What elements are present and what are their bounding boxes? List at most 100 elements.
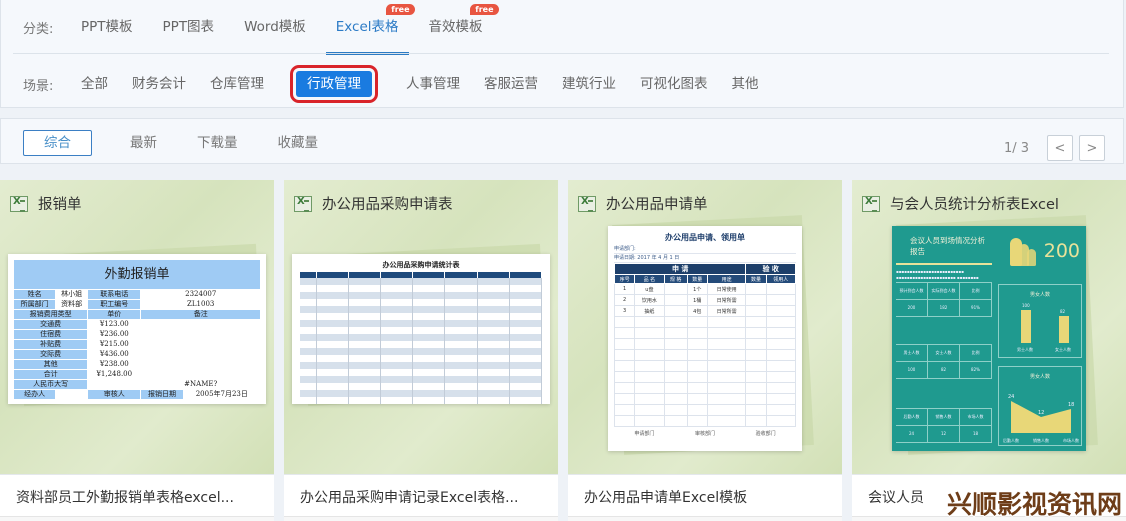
cell: 日常所需: [706, 294, 747, 306]
col-header: 规 格: [663, 274, 688, 284]
card-thumbnail[interactable]: 办公用品申请单 办公用品申请、领用单 申请部门: 申请日期: 2017 年 4 …: [568, 180, 842, 474]
card-thumbnail[interactable]: 报销单 外勤报销单 姓名林小姐联系电话2324007 所属部门资料部职工编号ZL…: [0, 180, 274, 474]
cell: [316, 341, 349, 348]
cell: [509, 299, 543, 306]
scene-hr[interactable]: 人事管理: [406, 71, 460, 97]
scene-administration[interactable]: 行政管理: [290, 65, 378, 103]
sort-downloads[interactable]: 下载量: [197, 131, 238, 155]
cell: [380, 355, 414, 362]
cell: [663, 283, 688, 295]
cell: [444, 355, 478, 362]
card-header: 与会人员统计分析表Excel: [862, 193, 1059, 214]
cell: [663, 371, 688, 383]
prev-page-button[interactable]: <: [1047, 135, 1073, 161]
cell: [412, 348, 446, 355]
category-excel[interactable]: Excel表格 free: [325, 4, 415, 55]
cell: 交际费: [12, 349, 89, 360]
cell: [380, 327, 414, 334]
cell: [316, 313, 349, 320]
cell: 报销日期: [140, 389, 184, 400]
grid-cell: 销售人数: [928, 409, 960, 425]
category-label: 分类:: [23, 21, 54, 37]
cell: [140, 329, 261, 340]
cell: [613, 338, 636, 350]
card-name-link[interactable]: 办公用品采购申请记录Excel表格...: [300, 487, 518, 507]
category-sound-template[interactable]: 音效模板 free: [429, 4, 499, 40]
cell: [348, 285, 381, 292]
cell: 交通费: [12, 319, 89, 330]
grid-cell: 24: [896, 426, 928, 442]
cell: [444, 348, 478, 355]
grid-cell: 后勤人数: [896, 409, 928, 425]
cell: [316, 376, 349, 383]
category-word-template[interactable]: Word模板: [244, 14, 306, 40]
cell: [348, 383, 381, 390]
cell: [348, 362, 381, 369]
cell: 日常所需: [706, 305, 747, 317]
cell: [663, 404, 688, 416]
scene-warehouse[interactable]: 仓库管理: [210, 71, 264, 97]
template-card[interactable]: 与会人员统计分析表Excel 会议人员到场情况分析报告 200 ▪▪▪▪▪▪▪▪…: [852, 180, 1126, 521]
cell: [509, 369, 543, 376]
cell: [509, 306, 543, 313]
cell: [348, 397, 381, 404]
cell: [706, 382, 747, 394]
next-page-button[interactable]: >: [1079, 135, 1105, 161]
card-name-link[interactable]: 会议人员: [868, 487, 924, 507]
cell: [686, 382, 708, 394]
cell: [412, 362, 446, 369]
sheet-row: [300, 341, 543, 348]
scene-all[interactable]: 全部: [81, 71, 108, 97]
total-attendees: 200: [1043, 240, 1080, 262]
cell: [765, 294, 797, 306]
cell: [634, 360, 665, 372]
cell: 经办人: [12, 389, 57, 400]
cell: [316, 334, 349, 341]
cell: [686, 371, 708, 383]
cell: [444, 362, 478, 369]
scene-other[interactable]: 其他: [732, 71, 759, 97]
card-actions-row: [284, 516, 558, 521]
cell: [348, 327, 381, 334]
sheet-row: [613, 338, 797, 350]
cell: [706, 404, 747, 416]
sheet-row: [613, 371, 797, 383]
scene-construction[interactable]: 建筑行业: [562, 71, 616, 97]
cell: 人民币大写: [12, 379, 89, 390]
cell: [509, 320, 543, 327]
sort-comprehensive[interactable]: 综合: [23, 130, 92, 156]
template-card[interactable]: 报销单 外勤报销单 姓名林小姐联系电话2324007 所属部门资料部职工编号ZL…: [0, 180, 274, 521]
template-card[interactable]: 办公用品申请单 办公用品申请、领用单 申请部门: 申请日期: 2017 年 4 …: [568, 180, 842, 521]
scene-visual-charts[interactable]: 可视化图表: [640, 71, 708, 97]
area-chart-svg: 24 后勤人数 12 销售人数 18 市场人数: [1003, 394, 1079, 443]
cell: [509, 292, 543, 299]
cell: [300, 285, 317, 292]
card-thumbnail[interactable]: 办公用品采购申请表 办公用品采购申请统计表: [284, 180, 558, 474]
scene-customer-service[interactable]: 客服运营: [484, 71, 538, 97]
category-ppt-chart[interactable]: PPT图表: [163, 14, 215, 40]
card-name-link[interactable]: 办公用品申请单Excel模板: [584, 487, 747, 507]
purchase-table: [300, 272, 543, 404]
card-thumbnail[interactable]: 与会人员统计分析表Excel 会议人员到场情况分析报告 200 ▪▪▪▪▪▪▪▪…: [852, 180, 1126, 474]
scene-finance[interactable]: 财务会计: [132, 71, 186, 97]
sheet-row: [300, 348, 543, 355]
sort-newest[interactable]: 最新: [130, 131, 157, 155]
bar-0: [1021, 310, 1031, 343]
cell: [477, 299, 510, 306]
card-name-link[interactable]: 资料部员工外勤报销单表格excel...: [16, 487, 234, 507]
cell: [300, 278, 317, 285]
area-value-label: 12: [1038, 410, 1044, 416]
cell: [745, 283, 767, 295]
cell: [300, 348, 317, 355]
cell: [663, 327, 688, 339]
cell: [509, 376, 543, 383]
cell: [663, 360, 688, 372]
sort-favorites[interactable]: 收藏量: [278, 131, 319, 155]
cell: [412, 299, 446, 306]
cell: [316, 306, 349, 313]
category-ppt-template[interactable]: PPT模板: [81, 14, 133, 40]
sheet-row: [300, 285, 543, 292]
cell: [316, 383, 349, 390]
template-card[interactable]: 办公用品采购申请表 办公用品采购申请统计表 办公用品采购申请记录Excel表格.…: [284, 180, 558, 521]
cell: [348, 334, 381, 341]
